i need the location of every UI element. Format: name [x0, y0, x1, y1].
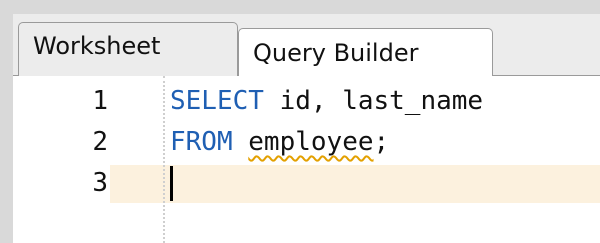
current-line-highlight: [110, 165, 600, 203]
sql-editor-window: Worksheet Query Builder 1 2 3 SELECT id,…: [0, 0, 600, 243]
tab-worksheet[interactable]: Worksheet: [18, 22, 238, 76]
keyword-from: FROM: [170, 127, 233, 157]
tab-worksheet-label: Worksheet: [33, 32, 161, 60]
code-text: id, last_name: [263, 86, 484, 116]
line-number-2: 2: [92, 127, 108, 157]
window-left-border: [0, 0, 13, 243]
code-text: ;: [373, 127, 390, 157]
gutter-divider: [163, 76, 165, 243]
code-line-2[interactable]: FROM employee;: [170, 127, 389, 157]
code-line-1[interactable]: SELECT id, last_name: [170, 86, 483, 116]
line-number-3: 3: [92, 168, 108, 198]
tab-query-builder-label: Query Builder: [253, 39, 419, 67]
line-number-1: 1: [92, 86, 108, 116]
tab-query-builder[interactable]: Query Builder: [238, 28, 493, 76]
identifier-with-warning: employee: [248, 127, 374, 157]
text-cursor: [170, 166, 173, 201]
keyword-select: SELECT: [170, 86, 264, 116]
window-top-border: [0, 0, 600, 14]
